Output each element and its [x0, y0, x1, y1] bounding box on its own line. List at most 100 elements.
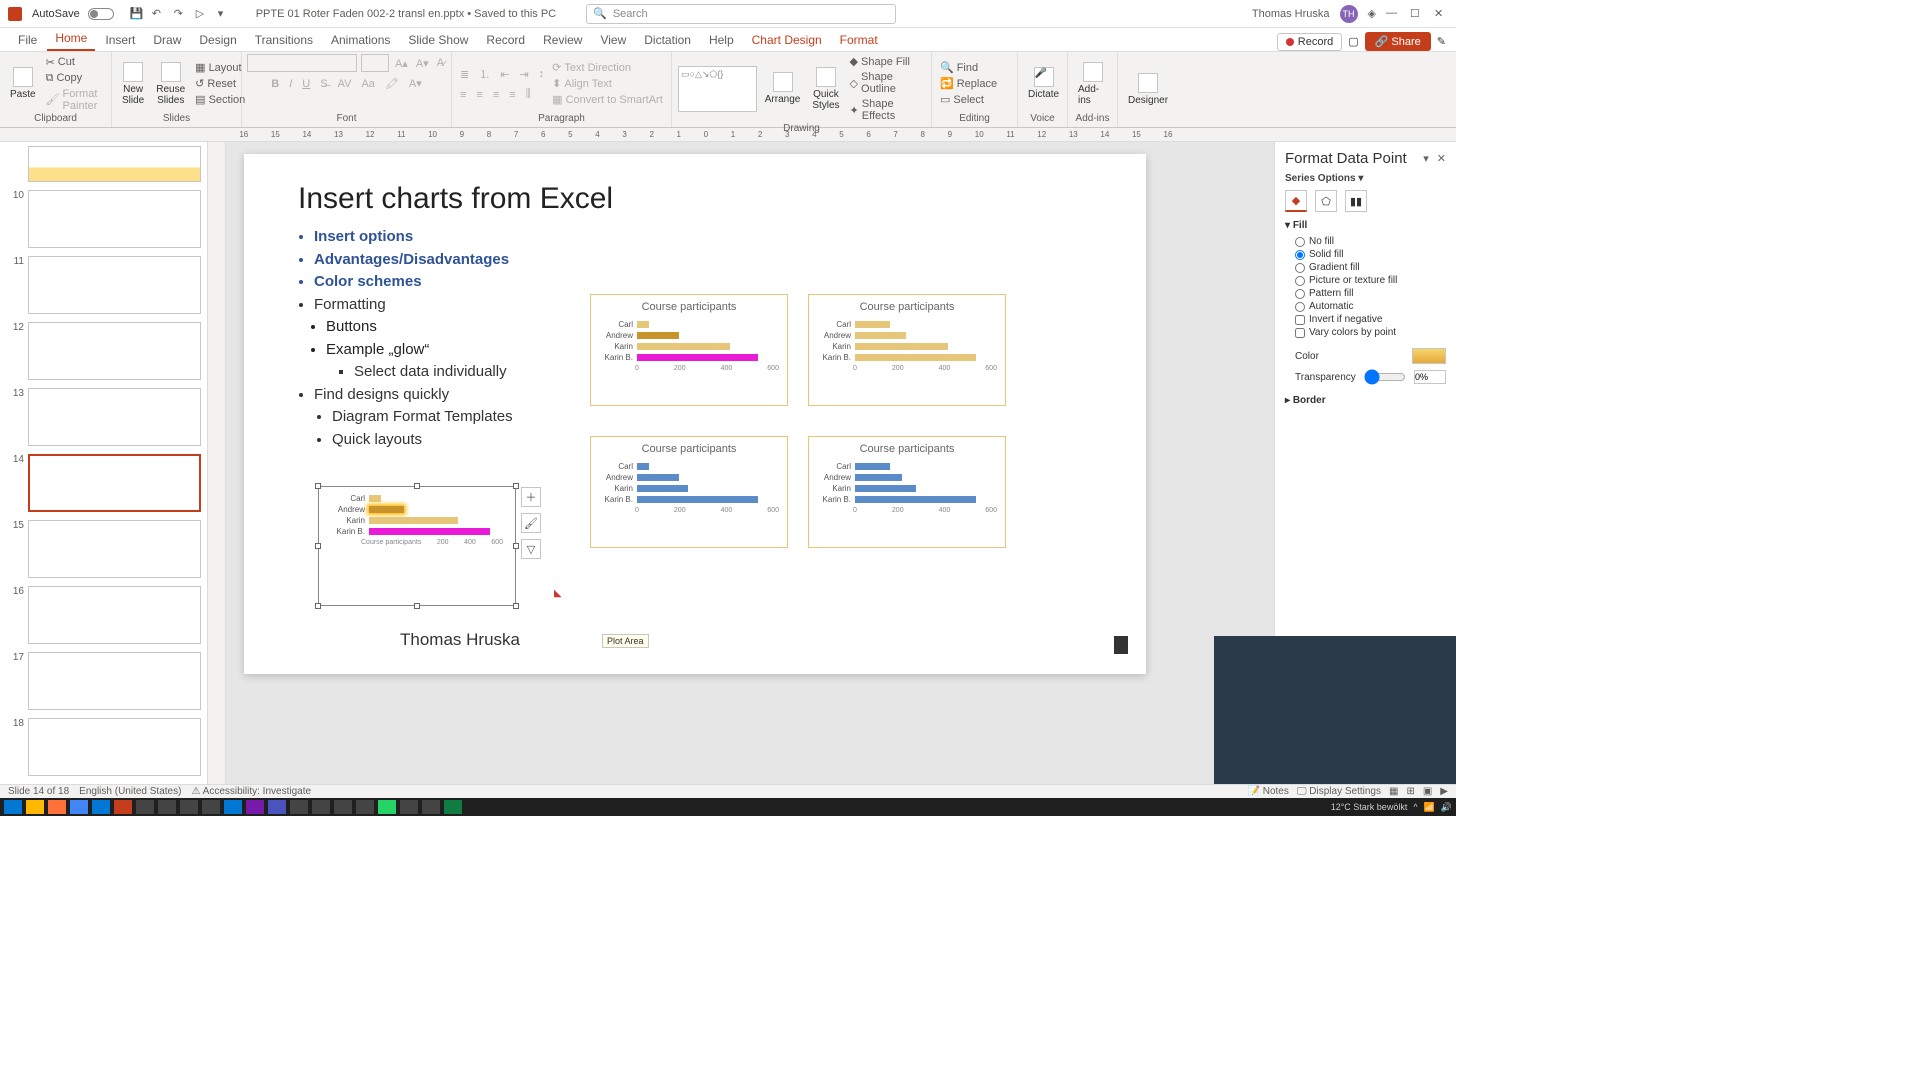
bold-button[interactable]: B	[269, 76, 281, 91]
thumb-16[interactable]: 16	[6, 586, 201, 644]
task-app9-icon[interactable]	[400, 800, 418, 814]
present-icon[interactable]: ▢	[1348, 35, 1358, 48]
copy-button[interactable]: ⧉ Copy	[44, 71, 105, 86]
thumb-11[interactable]: 11	[6, 256, 201, 314]
highlight-button[interactable]: 🖍	[383, 76, 401, 91]
find-button[interactable]: 🔍 Find	[938, 60, 999, 75]
transparency-slider[interactable]	[1364, 372, 1406, 382]
task-edge-icon[interactable]	[92, 800, 110, 814]
indent-dec-icon[interactable]: ⇤	[498, 65, 511, 83]
status-slide[interactable]: Slide 14 of 18	[8, 786, 69, 797]
tray-up-icon[interactable]: ^	[1413, 802, 1417, 812]
no-fill-radio[interactable]: No fill	[1285, 235, 1446, 248]
view-slideshow-icon[interactable]: ▶	[1440, 786, 1448, 797]
record-button[interactable]: Record	[1277, 33, 1342, 51]
resize-handle-ne[interactable]	[513, 483, 519, 489]
grow-font-icon[interactable]: A▴	[393, 56, 410, 71]
thumb-15[interactable]: 15	[6, 520, 201, 578]
align-right-icon[interactable]: ≡	[491, 87, 501, 102]
task-excel-icon[interactable]	[444, 800, 462, 814]
align-left-icon[interactable]: ≡	[458, 87, 468, 102]
font-name-input[interactable]	[247, 54, 357, 72]
task-explorer-icon[interactable]	[26, 800, 44, 814]
solid-fill-radio[interactable]: Solid fill	[1285, 248, 1446, 261]
share-button[interactable]: 🔗 Share	[1365, 32, 1431, 51]
tab-help[interactable]: Help	[701, 29, 742, 51]
task-firefox-icon[interactable]	[48, 800, 66, 814]
mini-chart-4[interactable]: Course participantsCarlAndrewKarinKarin …	[808, 436, 1006, 548]
slide-thumbnails[interactable]: 101112131415161718	[0, 142, 208, 784]
start-button[interactable]	[4, 800, 22, 814]
task-app7-icon[interactable]	[334, 800, 352, 814]
close-button[interactable]: ✕	[1434, 7, 1448, 21]
notes-button[interactable]: 📝 Notes	[1248, 786, 1289, 797]
maximize-button[interactable]: ☐	[1410, 7, 1424, 21]
border-section[interactable]: ▸ Border	[1285, 395, 1446, 406]
selected-chart[interactable]: CarlAndrewKarinKarin B.Course participan…	[318, 486, 516, 606]
tray-volume-icon[interactable]: 🔊	[1441, 802, 1452, 813]
tray-weather[interactable]: 12°C Stark bewölkt	[1331, 802, 1408, 812]
select-button[interactable]: ▭ Select	[938, 92, 999, 107]
gradient-fill-radio[interactable]: Gradient fill	[1285, 261, 1446, 274]
task-app5-icon[interactable]	[290, 800, 308, 814]
thumb-17[interactable]: 17	[6, 652, 201, 710]
shape-fill-button[interactable]: ◆ Shape Fill	[848, 54, 925, 69]
task-app2-icon[interactable]	[158, 800, 176, 814]
slide-canvas[interactable]: Insert charts from Excel Insert options …	[244, 154, 1146, 674]
task-onenote-icon[interactable]	[246, 800, 264, 814]
tab-format[interactable]: Format	[832, 29, 886, 51]
align-center-icon[interactable]: ≡	[474, 87, 484, 102]
series-options-label[interactable]: Series Options	[1285, 173, 1356, 184]
align-text-button[interactable]: ⬍ Align Text	[550, 76, 665, 91]
line-spacing-icon[interactable]: ↕	[537, 65, 547, 83]
mini-chart-1[interactable]: Course participantsCarlAndrewKarinKarin …	[590, 294, 788, 406]
indent-inc-icon[interactable]: ⇥	[517, 65, 530, 83]
minimize-button[interactable]: —	[1386, 7, 1400, 21]
mini-chart-3[interactable]: Course participantsCarlAndrewKarinKarin …	[590, 436, 788, 548]
new-slide-button[interactable]: New Slide	[118, 60, 148, 108]
view-sorter-icon[interactable]: ⊞	[1406, 786, 1414, 797]
task-app1-icon[interactable]	[136, 800, 154, 814]
task-app3-icon[interactable]	[180, 800, 198, 814]
vary-colors-check[interactable]: Vary colors by point	[1285, 326, 1446, 339]
convert-smartart-button[interactable]: ▦ Convert to SmartArt	[550, 92, 665, 107]
layout-button[interactable]: ▦ Layout	[193, 60, 247, 75]
resize-handle-e[interactable]	[513, 543, 519, 549]
series-chart-icon[interactable]: ▮▮	[1345, 190, 1367, 212]
tab-home[interactable]: Home	[47, 27, 95, 51]
chart-elements-button[interactable]: ＋	[521, 487, 541, 507]
resize-handle-nw[interactable]	[315, 483, 321, 489]
task-teams-icon[interactable]	[268, 800, 286, 814]
dictate-button[interactable]: 🎤Dictate	[1024, 65, 1063, 102]
task-whatsapp-icon[interactable]	[378, 800, 396, 814]
shape-effects-button[interactable]: ✦ Shape Effects	[848, 97, 925, 123]
quick-styles-button[interactable]: Quick Styles	[808, 65, 843, 113]
thumb-18[interactable]: 18	[6, 718, 201, 776]
thumb-9-partial[interactable]	[6, 146, 201, 182]
replace-button[interactable]: 🔁 Replace	[938, 76, 999, 91]
task-chrome-icon[interactable]	[70, 800, 88, 814]
chart-filters-button[interactable]: ▽	[521, 539, 541, 559]
slide-title[interactable]: Insert charts from Excel	[244, 154, 1146, 226]
resize-handle-se[interactable]	[513, 603, 519, 609]
strike-button[interactable]: S̶	[318, 76, 329, 91]
text-direction-button[interactable]: ⟳ Text Direction	[550, 60, 665, 75]
resize-handle-w[interactable]	[315, 543, 321, 549]
coming-soon-icon[interactable]: ◈	[1368, 7, 1376, 20]
bullets-icon[interactable]: ≣	[458, 65, 471, 83]
fill-line-icon[interactable]: ◆	[1285, 190, 1307, 212]
cut-button[interactable]: ✂ Cut	[44, 55, 105, 70]
font-size-input[interactable]	[361, 54, 389, 72]
tab-dictation[interactable]: Dictation	[636, 29, 699, 51]
search-box[interactable]: 🔍 Search	[586, 4, 896, 24]
task-powerpoint-icon[interactable]	[114, 800, 132, 814]
user-name[interactable]: Thomas Hruska	[1252, 8, 1330, 20]
undo-icon[interactable]: ↶	[152, 7, 166, 21]
numbering-icon[interactable]: ⒈	[477, 65, 492, 83]
view-reading-icon[interactable]: ▣	[1423, 786, 1432, 797]
pattern-fill-radio[interactable]: Pattern fill	[1285, 287, 1446, 300]
task-app10-icon[interactable]	[422, 800, 440, 814]
fill-section[interactable]: ▾ Fill	[1285, 220, 1446, 231]
autosave-toggle[interactable]	[88, 8, 114, 20]
save-icon[interactable]: 💾	[130, 7, 144, 21]
